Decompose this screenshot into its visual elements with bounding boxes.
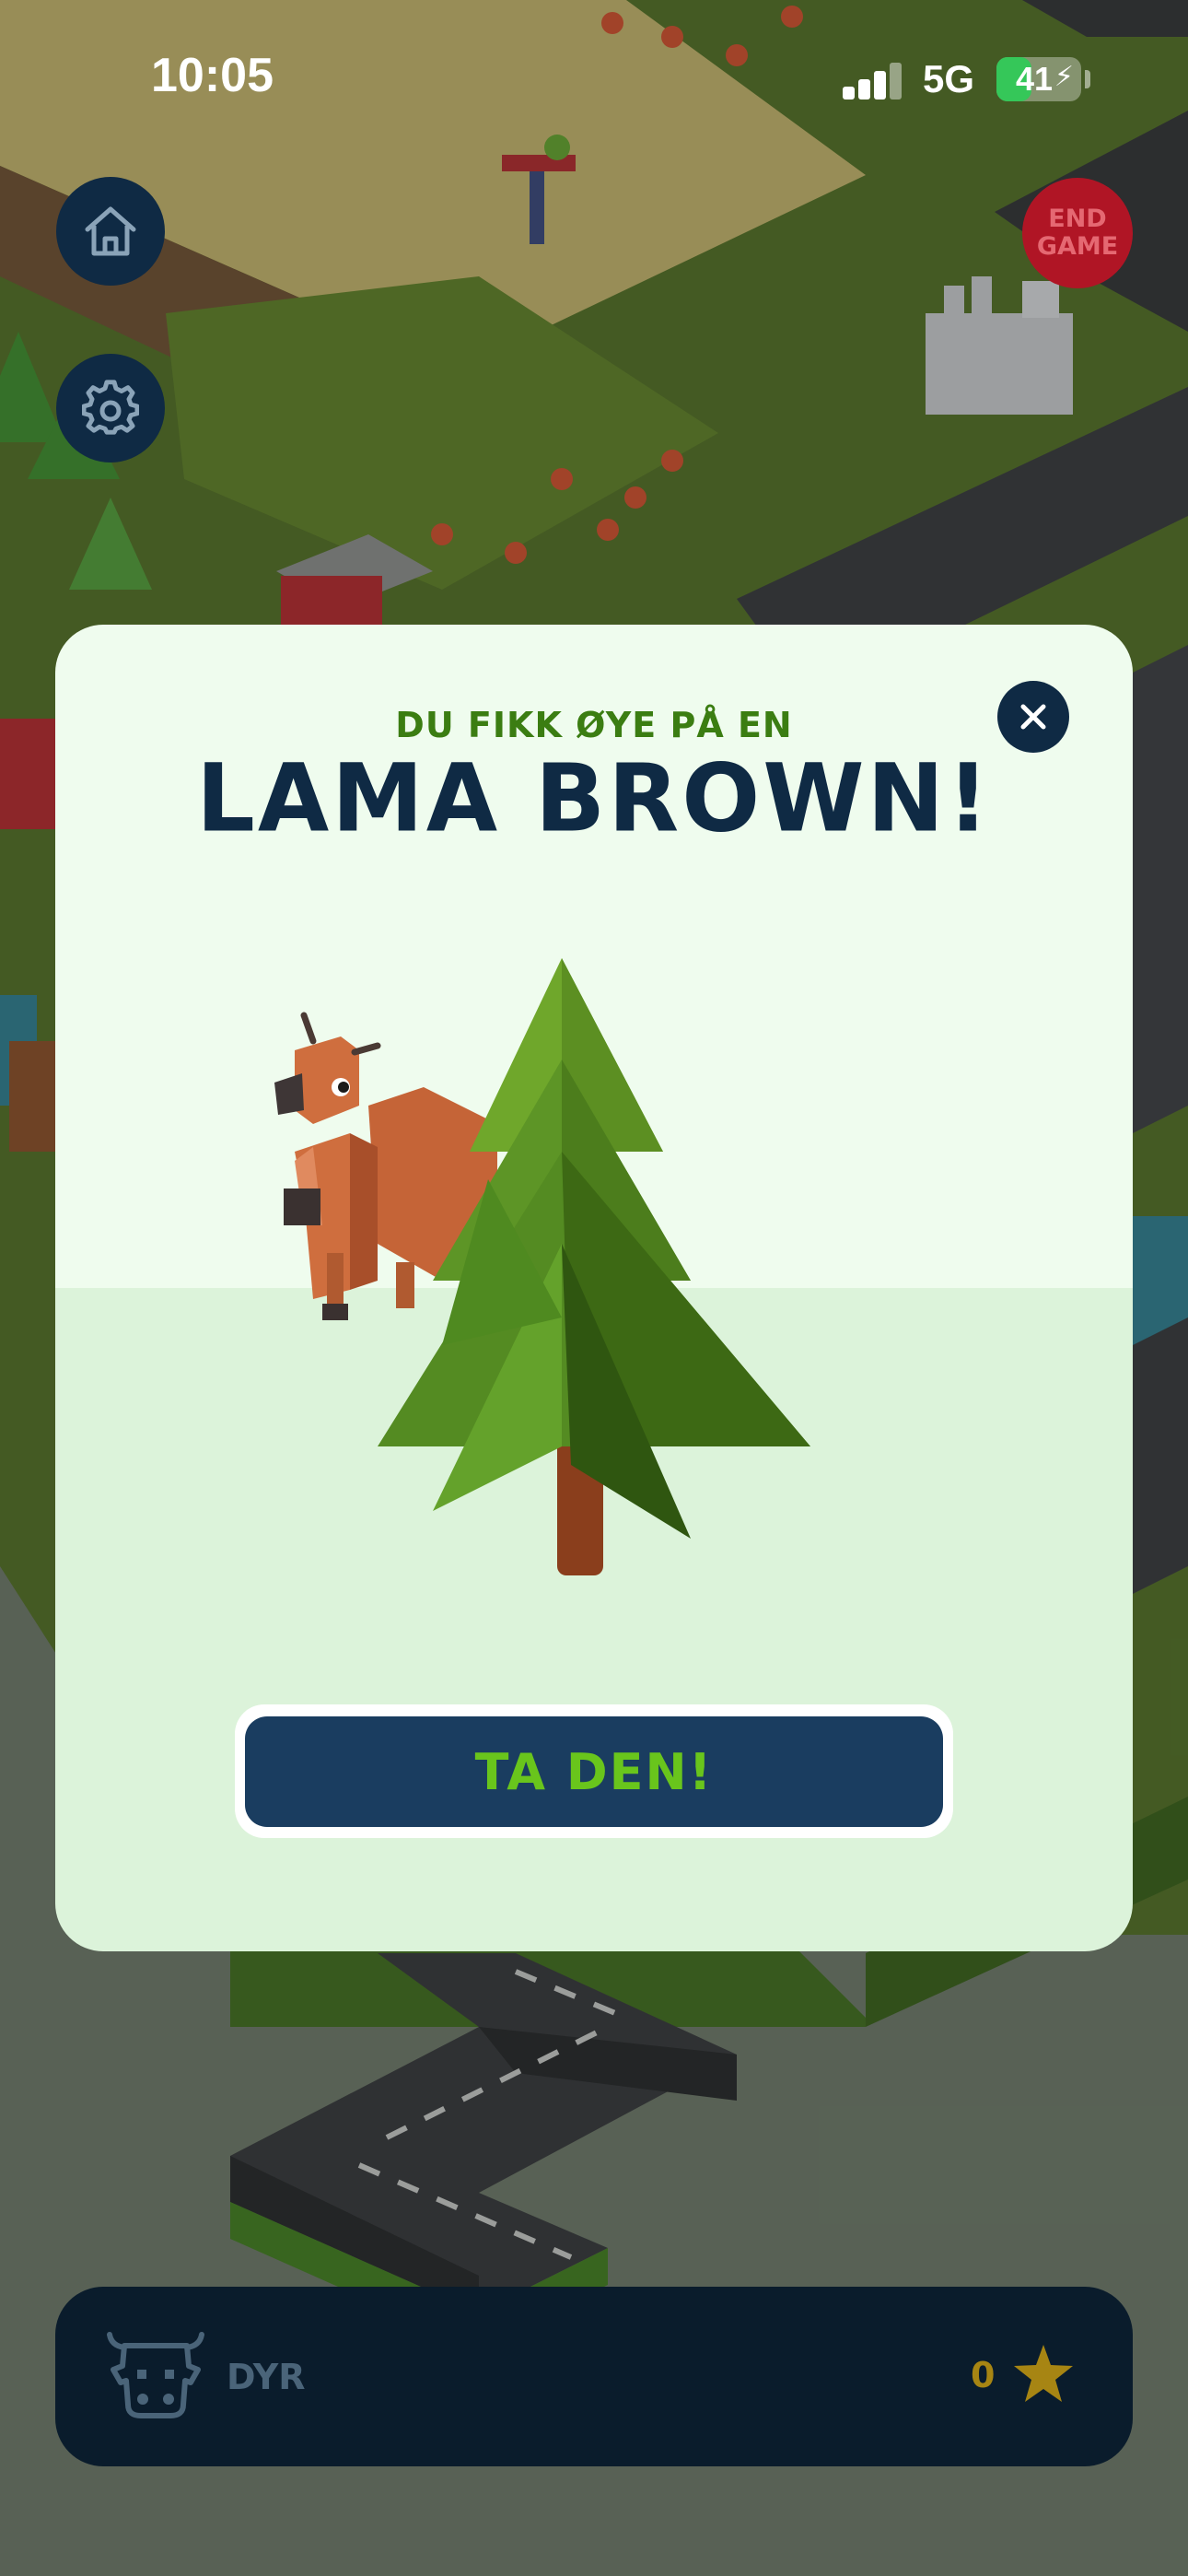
end-game-button[interactable]: END GAME [1022, 178, 1133, 288]
gear-icon [82, 380, 139, 435]
settings-button[interactable] [56, 354, 165, 463]
battery-icon: 41 ⚡ [996, 57, 1081, 101]
pine-tree-figure [378, 958, 810, 1575]
llama-behind-tree-illustration [274, 958, 810, 1575]
status-time: 10:05 [151, 49, 274, 102]
battery-cap [1085, 70, 1090, 88]
signal-strength-icon [843, 61, 903, 100]
home-button[interactable] [56, 177, 165, 286]
charging-bolt-icon: ⚡ [1054, 61, 1074, 93]
star-icon [1014, 2345, 1073, 2402]
end-game-label-line1: END [1048, 205, 1107, 233]
network-type: 5G [923, 57, 975, 100]
home-icon [85, 206, 136, 256]
cow-head-icon [107, 2332, 204, 2418]
animals-label: DYR [227, 2357, 306, 2397]
end-game-label-line2: GAME [1036, 232, 1119, 261]
status-bar: 10:05 5G 41 ⚡ [0, 0, 1188, 157]
dialog-subtitle: DU FIKK ØYE PÅ EN [395, 705, 793, 745]
take-it-button[interactable]: TA DEN! [245, 1716, 943, 1827]
star-count: 0 [971, 2355, 996, 2395]
dialog-title: LAMA BROWN! [196, 743, 992, 854]
